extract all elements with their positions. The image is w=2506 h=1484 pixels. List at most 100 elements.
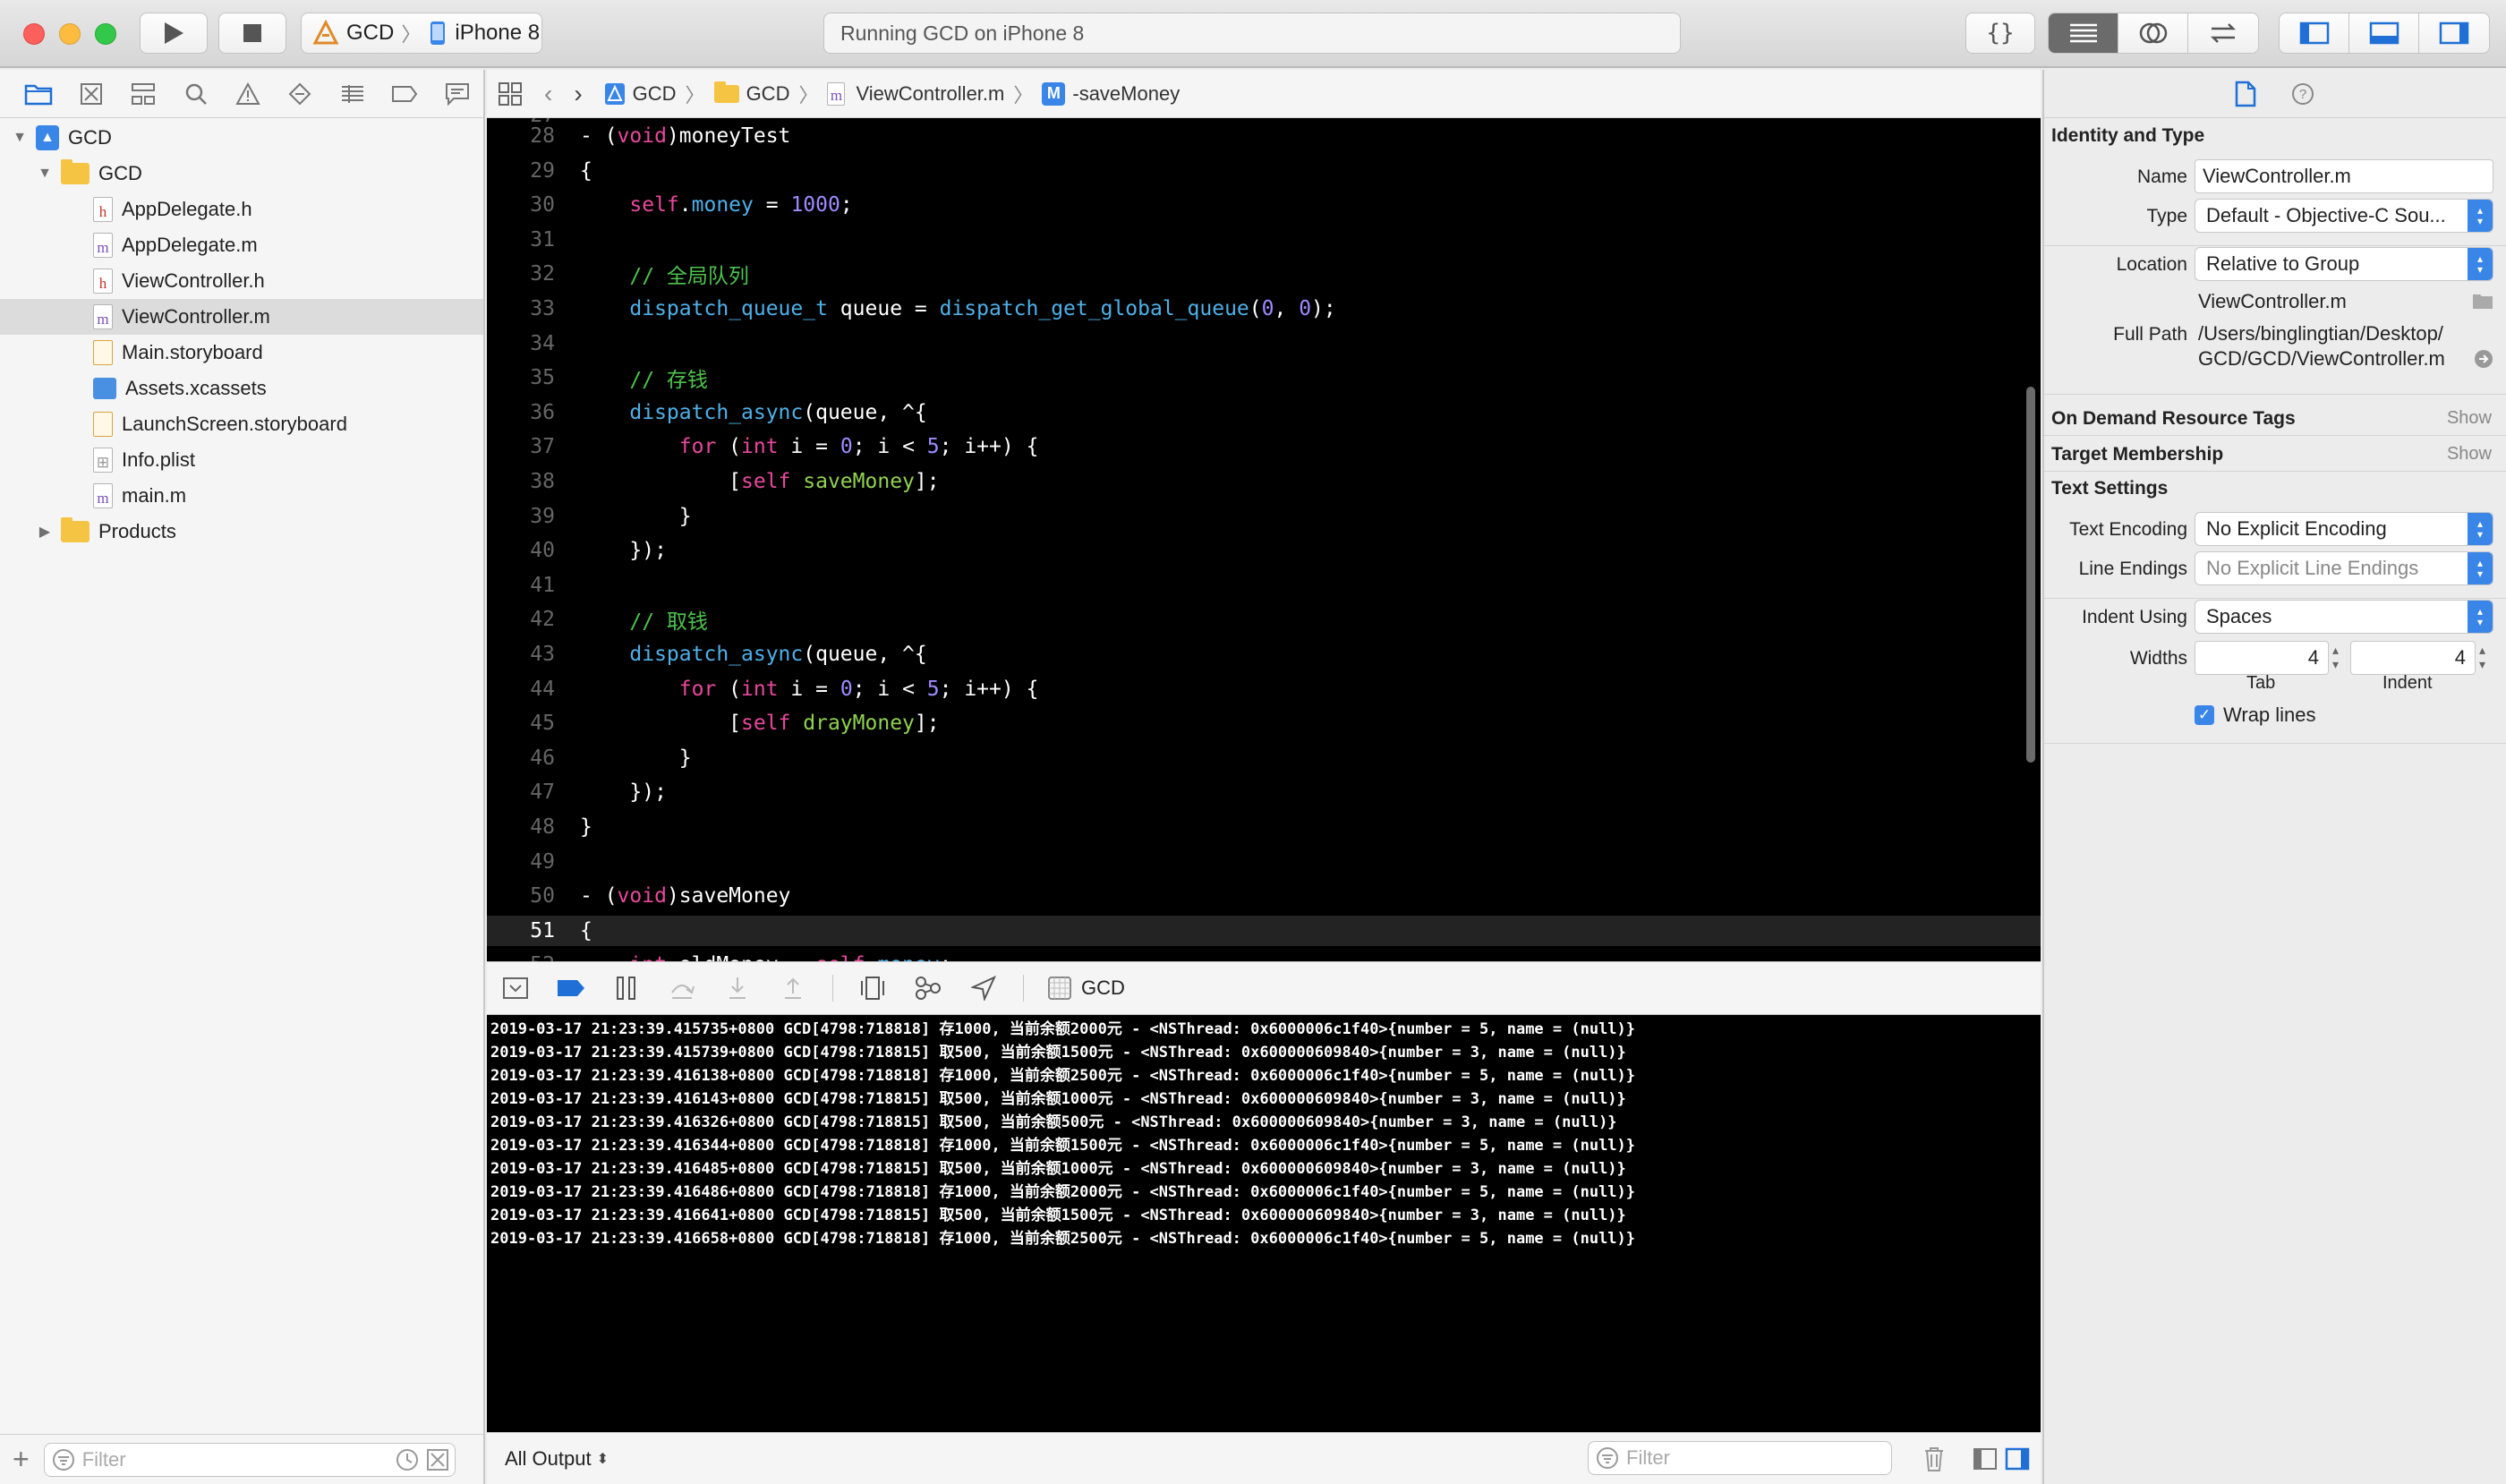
source-editor[interactable]: 27 28- (void)moneyTest29{30 self.money =…: [487, 118, 2041, 961]
tree-item[interactable]: m AppDelegate.m: [0, 227, 483, 263]
toggle-inspector-button[interactable]: [2419, 13, 2489, 53]
standard-editor-button[interactable]: [2049, 13, 2118, 53]
related-items-grid-icon[interactable]: [498, 81, 523, 107]
tab-symbol-navigator[interactable]: [117, 70, 169, 118]
tree-item[interactable]: ▼ GCD: [0, 156, 483, 192]
tree-item-label: ViewController.h: [122, 269, 265, 292]
text-settings-heading: Text Settings: [2051, 478, 2169, 499]
simulate-location-button[interactable]: [967, 972, 1000, 1004]
target-membership-show-link[interactable]: Show: [2447, 444, 2492, 465]
quick-help-icon[interactable]: ?: [2290, 81, 2315, 107]
stop-button[interactable]: [218, 13, 286, 54]
tab-project-navigator[interactable]: [13, 70, 64, 118]
tab-source-control[interactable]: [64, 70, 116, 118]
tree-item[interactable]: h ViewController.h: [0, 263, 483, 299]
code-line: 33 dispatch_queue_t queue = dispatch_get…: [487, 294, 2041, 324]
app-project-icon: [312, 20, 339, 45]
type-popup[interactable]: Default - Objective-C Sou... ▴ ▾: [2195, 199, 2493, 233]
line-number: 51: [530, 918, 555, 942]
step-into-button[interactable]: [721, 972, 754, 1004]
tab-breakpoint-navigator[interactable]: [379, 70, 430, 118]
editor-mode-segmented-control: [2048, 13, 2259, 54]
disclosure-closed-icon[interactable]: ▶: [36, 523, 54, 541]
name-field[interactable]: ViewController.m: [2195, 159, 2493, 193]
toggle-debug-area-button[interactable]: [2349, 13, 2419, 53]
assistant-editor-button[interactable]: [2118, 13, 2188, 53]
tab-find-navigator[interactable]: [169, 70, 221, 118]
tab-debug-navigator[interactable]: [327, 70, 379, 118]
scheme-selector[interactable]: GCD 〉 iPhone 8: [301, 13, 542, 54]
breadcrumb-group[interactable]: GCD: [713, 81, 789, 106]
line-number: 32: [530, 262, 555, 286]
output-selector[interactable]: All Output ⬍: [505, 1447, 609, 1471]
reveal-arrow-icon[interactable]: [2474, 349, 2493, 369]
breadcrumb-file[interactable]: m ViewController.m: [827, 81, 1004, 106]
show-console-panel-icon[interactable]: [2005, 1447, 2030, 1471]
location-popup-value: Relative to Group: [2206, 252, 2360, 275]
tree-item[interactable]: ▶ Products: [0, 514, 483, 550]
debug-view-hierarchy-button[interactable]: [857, 972, 889, 1004]
file-inspector-icon[interactable]: [2235, 81, 2256, 107]
indent-width-field[interactable]: 4: [2350, 641, 2476, 675]
indent-using-popup[interactable]: Spaces ▴ ▾: [2195, 600, 2493, 634]
back-chevron-icon[interactable]: ‹: [544, 80, 552, 108]
debug-memory-graph-button[interactable]: [912, 972, 944, 1004]
minimize-window-button[interactable]: [59, 23, 81, 45]
pause-button[interactable]: [610, 972, 643, 1004]
tree-item[interactable]: Main.storyboard: [0, 335, 483, 371]
close-window-button[interactable]: [23, 23, 45, 45]
checkmark-icon: ✓: [2195, 705, 2214, 725]
on-demand-show-link[interactable]: Show: [2447, 408, 2492, 429]
tree-item[interactable]: ⊞ Info.plist: [0, 442, 483, 478]
version-editor-button[interactable]: [2188, 13, 2258, 53]
recent-clock-icon[interactable]: [396, 1448, 419, 1471]
line-number: 35: [530, 366, 555, 390]
run-button[interactable]: [140, 13, 208, 54]
step-over-button[interactable]: [666, 972, 698, 1004]
console-output[interactable]: 2019-03-17 21:23:39.415735+0800 GCD[4798…: [487, 1015, 2041, 1432]
project-navigator: ▼ ▲ GCD ▼ GCD h AppDelegate.h m AppDelegate.m h Vi…: [0, 70, 485, 1484]
filter-icon: [1597, 1447, 1618, 1469]
tab-width-field[interactable]: 4: [2195, 641, 2329, 675]
popup-chevrons-icon: ▴ ▾: [2468, 552, 2493, 584]
tree-item[interactable]: h AppDelegate.h: [0, 192, 483, 227]
console-log-line: 2019-03-17 21:23:39.416326+0800 GCD[4798…: [490, 1113, 1617, 1131]
hide-debug-area-button[interactable]: [499, 972, 532, 1004]
scm-filter-icon[interactable]: [426, 1448, 449, 1471]
tab-test-navigator[interactable]: [274, 70, 326, 118]
tab-width-stepper[interactable]: ▴ ▾: [2332, 643, 2339, 671]
line-number: 41: [530, 573, 555, 597]
tree-item-label: Info.plist: [122, 448, 195, 471]
tree-item[interactable]: m ViewController.m: [0, 299, 483, 335]
step-out-button[interactable]: [777, 972, 809, 1004]
library-button[interactable]: {}: [1965, 13, 2035, 54]
tab-report-navigator[interactable]: [431, 70, 483, 118]
breadcrumb-method[interactable]: M -saveMoney: [1042, 81, 1180, 106]
show-variables-panel-icon[interactable]: [1973, 1447, 1998, 1471]
forward-chevron-icon[interactable]: ›: [574, 80, 582, 108]
disclosure-open-icon[interactable]: ▼: [11, 129, 29, 147]
location-popup[interactable]: Relative to Group ▴ ▾: [2195, 247, 2493, 281]
tree-item[interactable]: m main.m: [0, 478, 483, 514]
wrap-lines-checkbox[interactable]: ✓ Wrap lines: [2195, 704, 2316, 727]
line-endings-popup[interactable]: No Explicit Line Endings ▴ ▾: [2195, 551, 2493, 585]
zoom-window-button[interactable]: [95, 23, 116, 45]
indent-width-stepper[interactable]: ▴ ▾: [2479, 643, 2485, 671]
folder-icon[interactable]: [2472, 292, 2493, 310]
tree-item[interactable]: LaunchScreen.storyboard: [0, 406, 483, 442]
breakpoints-toggle-button[interactable]: [555, 972, 587, 1004]
tab-issue-navigator[interactable]: [222, 70, 274, 118]
breadcrumb-project[interactable]: GCD: [604, 82, 677, 106]
trash-icon[interactable]: [1922, 1446, 1946, 1472]
console-log-line: 2019-03-17 21:23:39.416658+0800 GCD[4798…: [490, 1230, 1636, 1248]
process-selector[interactable]: GCD: [1047, 976, 1125, 1001]
navigator-filter-field[interactable]: Filter: [43, 1442, 456, 1477]
text-encoding-popup[interactable]: No Explicit Encoding ▴ ▾: [2195, 512, 2493, 546]
disclosure-open-icon[interactable]: ▼: [36, 165, 54, 183]
toggle-navigator-button[interactable]: [2280, 13, 2349, 53]
console-filter-field[interactable]: Filter: [1588, 1441, 1892, 1475]
add-icon[interactable]: +: [13, 1443, 30, 1476]
tree-item[interactable]: ▼ ▲ GCD: [0, 120, 483, 156]
editor-scrollbar[interactable]: [2026, 387, 2035, 763]
tree-item[interactable]: Assets.xcassets: [0, 371, 483, 406]
